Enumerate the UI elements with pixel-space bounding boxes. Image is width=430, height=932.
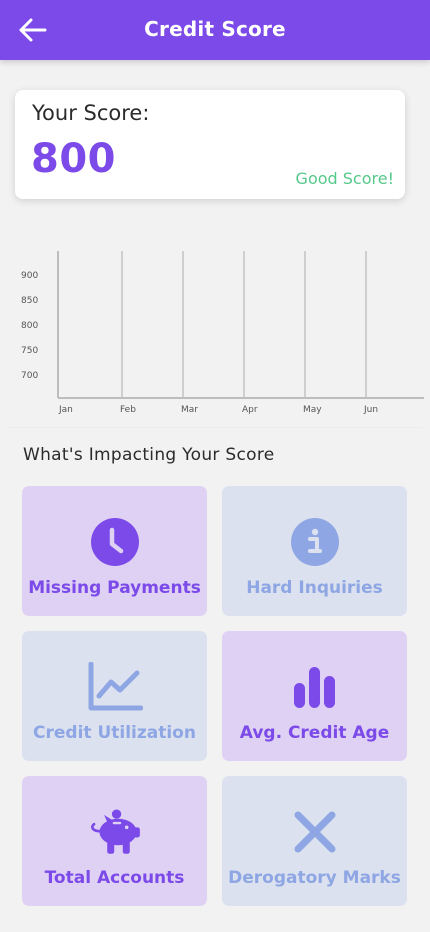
x-tick-label: Jun: [363, 405, 378, 415]
tile-label: Credit Utilization: [33, 723, 196, 743]
clock-icon: [87, 514, 143, 570]
app-header: Credit Score: [0, 0, 430, 60]
tile-label: Hard Inquiries: [246, 578, 383, 598]
tile-credit-utilization[interactable]: Credit Utilization: [22, 631, 207, 761]
tile-derogatory-marks[interactable]: Derogatory Marks: [222, 776, 407, 906]
impact-section-title: What's Impacting Your Score: [23, 445, 275, 465]
score-label: Your Score:: [32, 101, 150, 125]
y-tick-label: 900: [21, 271, 38, 281]
info-icon: [287, 514, 343, 570]
tile-missing-payments[interactable]: Missing Payments: [22, 486, 207, 616]
score-value: 800: [31, 136, 116, 182]
y-tick-label: 750: [21, 346, 38, 356]
y-tick-label: 700: [21, 371, 38, 381]
page-title: Credit Score: [144, 17, 286, 41]
bar-chart-icon: [287, 659, 343, 715]
tile-label: Missing Payments: [28, 578, 201, 598]
tile-label: Derogatory Marks: [228, 868, 401, 888]
x-tick-label: Apr: [242, 405, 258, 415]
tile-label: Avg. Credit Age: [239, 723, 390, 743]
x-tick-label: May: [303, 405, 322, 415]
tile-avg-credit-age[interactable]: Avg. Credit Age: [222, 631, 407, 761]
y-tick-label: 850: [21, 296, 38, 306]
score-chart: 900 850 800 750 700 Jan Feb Mar Apr May Jun: [8, 251, 424, 428]
score-status: Good Score!: [295, 169, 394, 188]
line-chart-icon: [87, 659, 143, 715]
tile-total-accounts[interactable]: Total Accounts: [22, 776, 207, 906]
x-tick-label: Feb: [120, 405, 136, 415]
score-card: Your Score: 800 Good Score!: [15, 90, 405, 199]
piggy-bank-icon: [87, 804, 143, 860]
tile-label: Total Accounts: [44, 868, 185, 888]
x-tick-label: Jan: [58, 405, 73, 415]
tile-hard-inquiries[interactable]: Hard Inquiries: [222, 486, 407, 616]
y-tick-label: 800: [21, 321, 38, 331]
close-x-icon: [287, 804, 343, 860]
x-tick-label: Mar: [181, 405, 198, 415]
